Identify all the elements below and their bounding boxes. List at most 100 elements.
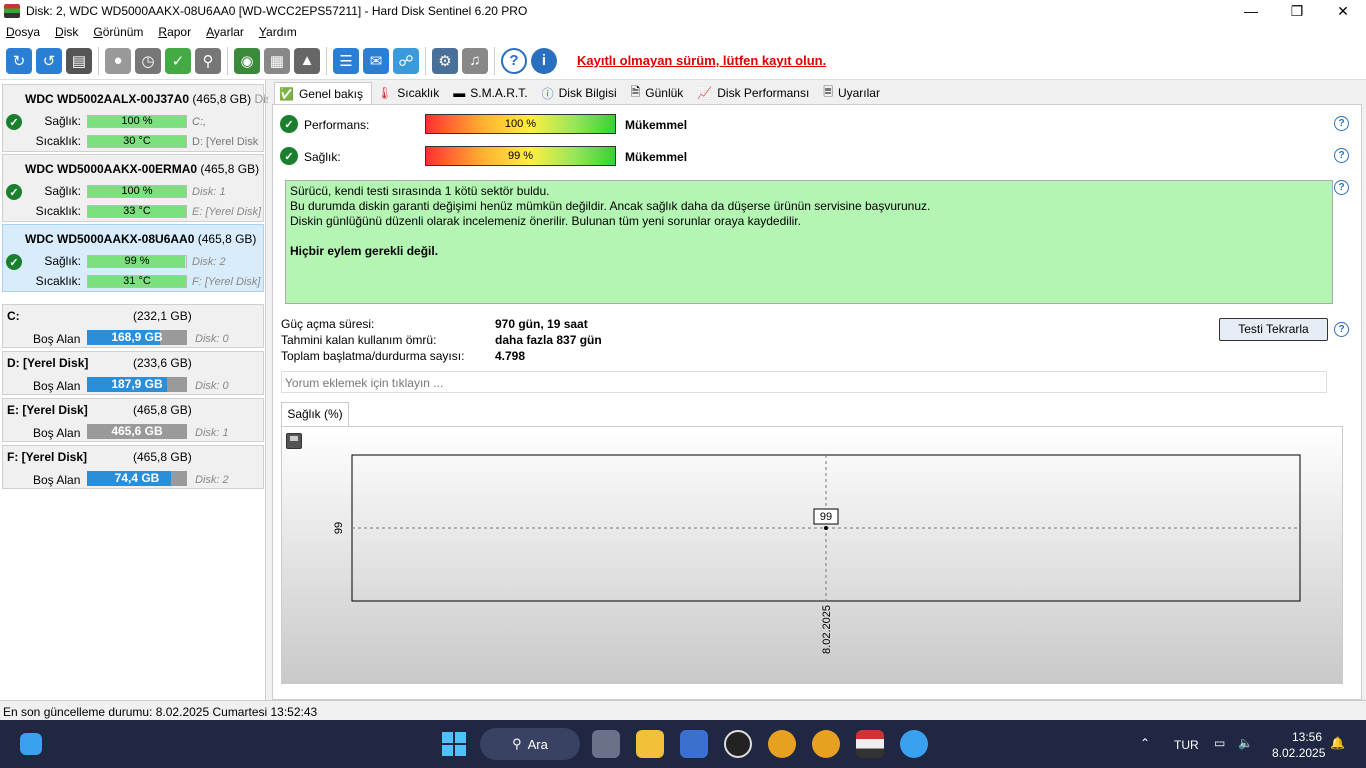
disk-ok-icon[interactable]: ✓ — [165, 47, 191, 74]
refresh-icon[interactable]: ↻ — [6, 47, 32, 74]
maximize-button[interactable]: ❐ — [1274, 0, 1320, 22]
backup-icon[interactable]: ▲ — [294, 47, 320, 74]
globe-icon[interactable]: ◉ — [234, 47, 260, 74]
health-bar: 99 % — [87, 255, 187, 268]
widgets-icon[interactable] — [20, 733, 42, 755]
volume-size: (465,8 GB) — [133, 403, 192, 417]
disk-search-icon[interactable]: ⚲ — [195, 47, 221, 74]
disk-model: WDC WD5000AAKX-08U6AA0 — [25, 232, 195, 246]
health-label: Sağlık: — [44, 184, 81, 198]
retest-button[interactable]: Testi Tekrarla — [1219, 318, 1328, 341]
disk-model: WDC WD5000AAKX-00ERMA0 — [25, 162, 198, 176]
comment-input[interactable]: Yorum eklemek için tıklayın ... — [281, 371, 1327, 393]
refresh-all-icon[interactable]: ↺ — [36, 47, 62, 74]
health-label: Sağlık: — [44, 114, 81, 128]
menu-gorunum[interactable]: Görünüm — [93, 25, 143, 39]
free-space-bar: 187,9 GB — [87, 377, 187, 392]
menu-dosya[interactable]: Dosya — [6, 25, 40, 39]
stat-label: Güç açma süresi: — [281, 317, 375, 331]
disk-item-0[interactable]: WDC WD5002AALX-00J37A0 (465,8 GB) Dis ✓ … — [2, 84, 272, 152]
disk-size: (465,8 GB) — [192, 92, 252, 106]
performance-bar: 100 % — [425, 114, 616, 134]
network-icon[interactable]: ▭ — [1214, 736, 1225, 750]
media-player-icon[interactable] — [724, 730, 752, 758]
gear-icon[interactable]: ⚙ — [432, 47, 458, 74]
message-line: Bu durumda diskin garanti değişimi henüz… — [290, 199, 931, 213]
clock-date[interactable]: 8.02.2025 — [1272, 746, 1325, 760]
tab-disk-performance[interactable]: 📈 Disk Performansı — [692, 82, 818, 104]
disk-item-2[interactable]: WDC WD5000AAKX-08U6AA0 (465,8 GB) ✓ Sağl… — [2, 224, 264, 292]
chrome-icon[interactable] — [812, 730, 840, 758]
chrome-profile-icon[interactable] — [768, 730, 796, 758]
hard-disk-sentinel-icon[interactable] — [856, 730, 884, 758]
mail-icon[interactable]: ✉ — [363, 47, 389, 74]
weather-icon[interactable] — [900, 730, 928, 758]
chart-tab-health[interactable]: Sağlık (%) — [281, 402, 349, 426]
tab-overview[interactable]: ✅ Genel bakış — [274, 82, 372, 104]
free-space-bar: 74,4 GB — [87, 471, 187, 486]
clock-time[interactable]: 13:56 — [1292, 730, 1322, 744]
file-explorer-icon[interactable] — [636, 730, 664, 758]
store-icon[interactable] — [680, 730, 708, 758]
network-icon[interactable]: ☍ — [393, 47, 419, 74]
info-icon[interactable]: i — [531, 47, 557, 74]
disk-number: Disk: 2 — [192, 256, 226, 268]
notification-icon[interactable]: 🔔 — [1330, 736, 1345, 750]
start-icon[interactable] — [442, 732, 466, 756]
stat-label: Toplam başlatma/durdurma sayısı: — [281, 349, 465, 363]
disk-item-1[interactable]: WDC WD5000AAKX-00ERMA0 (465,8 GB) ✓ Sağl… — [2, 154, 264, 222]
tab-disk-info[interactable]: ⓘ Disk Bilgisi — [537, 82, 626, 104]
free-label: Boş Alan — [33, 473, 81, 487]
help-icon[interactable]: ? — [1334, 116, 1349, 131]
register-link[interactable]: Kayıtlı olmayan sürüm, lütfen kayıt olun… — [577, 53, 826, 68]
volume-icon[interactable]: 🔈 — [1238, 736, 1253, 750]
volume-size: (232,1 GB) — [133, 309, 192, 323]
menu-ayarlar[interactable]: Ayarlar — [206, 25, 244, 39]
taskbar-search[interactable]: ⚲ Ara — [480, 728, 580, 760]
health-ok-icon: ✓ — [280, 147, 298, 165]
volume-item-e[interactable]: E: [Yerel Disk] (465,8 GB) Boş Alan 465,… — [2, 398, 264, 442]
menu-yardim[interactable]: Yardım — [259, 25, 297, 39]
help-icon[interactable]: ? — [1334, 322, 1349, 337]
tray-chevron-icon[interactable]: ⌃ — [1140, 736, 1150, 750]
info-icon: ⓘ — [541, 86, 554, 101]
volume-item-f[interactable]: F: [Yerel Disk] (465,8 GB) Boş Alan 74,4… — [2, 445, 264, 489]
server-icon[interactable]: ▦ — [264, 47, 290, 74]
speaker-icon[interactable]: ♫ — [462, 47, 488, 74]
document-icon: 🗎 — [630, 84, 641, 99]
tab-temperature[interactable]: 🌡 Sıcaklık — [372, 82, 448, 104]
stat-value: 4.798 — [495, 349, 526, 363]
chart-icon: 📈 — [697, 86, 713, 100]
close-button[interactable]: ✕ — [1320, 0, 1366, 22]
tab-smart[interactable]: ▬ S.M.A.R.T. — [448, 82, 536, 104]
volume-item-d[interactable]: D: [Yerel Disk] (233,6 GB) Boş Alan 187,… — [2, 351, 264, 395]
tab-log[interactable]: 🗎 Günlük — [626, 82, 693, 104]
ok-check-icon: ✓ — [6, 114, 22, 130]
minimize-button[interactable]: — — [1228, 0, 1274, 22]
disk-surface-icon[interactable]: ● — [105, 47, 131, 74]
free-space-bar: 168,9 GB — [87, 330, 187, 345]
status-message: Sürücü, kendi testi sırasında 1 kötü sek… — [285, 180, 1333, 304]
temp-label: Sıcaklık: — [35, 134, 81, 148]
toolbar: ↻ ↺ ▤ ● ◷ ✓ ⚲ ◉ ▦ ▲ ☰ ✉ ☍ ⚙ ♫ ? i Kayıtl… — [0, 42, 1366, 80]
help-icon[interactable]: ? — [1334, 148, 1349, 163]
stat-label: Tahmini kalan kullanım ömrü: — [281, 333, 437, 347]
disk-icon[interactable]: ▤ — [66, 47, 92, 74]
tab-alerts[interactable]: 🗏 Uyarılar — [818, 82, 889, 104]
disk-schedule-icon[interactable]: ◷ — [135, 47, 161, 74]
input-language[interactable]: TUR — [1174, 738, 1199, 752]
help-icon[interactable]: ? — [501, 47, 527, 74]
notepad-icon[interactable]: ☰ — [333, 47, 359, 74]
performance-rating: Mükemmel — [625, 118, 688, 132]
menu-rapor[interactable]: Rapor — [158, 25, 191, 39]
volume-size: (233,6 GB) — [133, 356, 192, 370]
health-bar: 100 % — [87, 115, 187, 128]
help-icon[interactable]: ? — [1334, 180, 1349, 195]
title-bar: Disk: 2, WDC WD5000AAKX-08U6AA0 [WD-WCC2… — [0, 0, 1366, 22]
y-tick-label: 99 — [333, 522, 345, 534]
menu-disk[interactable]: Disk — [55, 25, 78, 39]
task-view-icon[interactable] — [592, 730, 620, 758]
volume-name: D: [Yerel Disk] — [7, 356, 89, 370]
volume-item-c[interactable]: C: (232,1 GB) Boş Alan 168,9 GB Disk: 0 — [2, 304, 264, 348]
disk-icon: ▬ — [453, 86, 466, 100]
